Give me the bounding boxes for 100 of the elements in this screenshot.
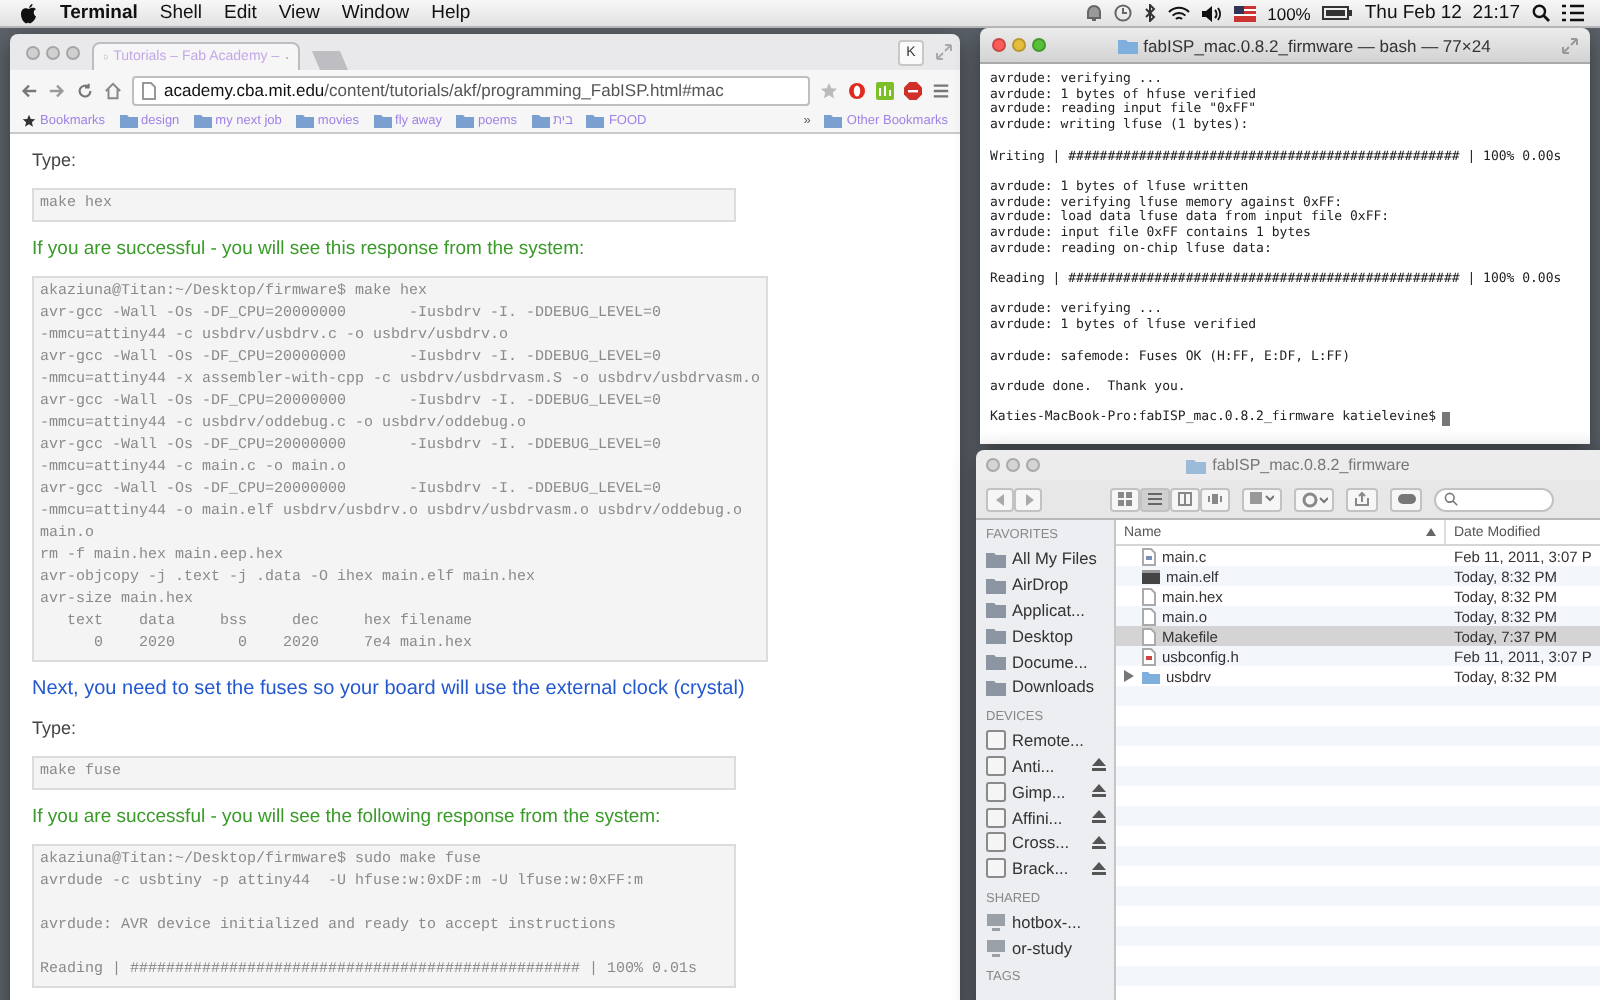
disclosure-triangle-icon[interactable] — [1124, 670, 1134, 682]
address-bar[interactable]: academy.cba.mit.edu/content/tutorials/akf/programming_FabISP.html#mac — [132, 75, 810, 105]
minimize-button[interactable] — [46, 45, 60, 59]
folder-icon — [373, 114, 392, 128]
fullscreen-icon[interactable] — [936, 44, 952, 60]
drive-icon — [986, 730, 1006, 751]
sidebar-item[interactable]: Docume... — [986, 648, 1114, 674]
folder-icon — [586, 114, 605, 128]
arrange-button[interactable] — [1242, 487, 1282, 511]
sidebar-item[interactable]: Desktop — [986, 622, 1114, 649]
sidebar-item[interactable]: Downloads — [986, 673, 1114, 700]
close-button[interactable] — [26, 45, 40, 59]
star-icon[interactable] — [820, 81, 838, 99]
sidebar-item[interactable]: Cross... — [986, 829, 1114, 856]
left-triangle-icon — [995, 493, 1005, 505]
sidebar-item[interactable]: AirDrop — [986, 571, 1114, 598]
bluetooth-icon[interactable] — [1143, 4, 1156, 22]
star-icon — [22, 114, 36, 128]
battery-icon[interactable] — [1322, 6, 1353, 20]
menu-clock[interactable]: Thu Feb 12 21:17 — [1364, 2, 1520, 24]
close-button[interactable] — [992, 38, 1006, 52]
list-icon[interactable] — [1562, 4, 1584, 22]
search-field[interactable] — [1434, 487, 1554, 511]
back-icon[interactable] — [20, 81, 38, 99]
ad-block-icon[interactable] — [904, 81, 922, 99]
bell-icon[interactable] — [1085, 4, 1102, 22]
menu-item[interactable]: Window — [341, 2, 410, 24]
search-icon — [1444, 492, 1458, 506]
folder-icon — [193, 114, 212, 128]
drive-icon — [986, 832, 1006, 853]
sidebar-item[interactable]: Remote... — [986, 727, 1114, 754]
drive-icon — [986, 755, 1006, 776]
sidebar-item[interactable]: Applicat... — [986, 597, 1114, 623]
window-title: fabISP_mac.0.8.2_firmware — [1212, 456, 1410, 474]
fullscreen-icon[interactable] — [1562, 37, 1578, 53]
cover-flow-button[interactable] — [1200, 487, 1230, 511]
forward-button[interactable] — [1014, 487, 1042, 511]
logo-icon[interactable] — [20, 3, 38, 23]
minimize-button[interactable] — [1012, 38, 1026, 52]
zoom-button[interactable] — [1026, 458, 1040, 472]
tag-button[interactable] — [1390, 487, 1422, 511]
sidebar-item[interactable]: hotbox-... — [986, 909, 1114, 935]
menu-item[interactable]: Shell — [159, 2, 203, 24]
reload-icon[interactable] — [76, 81, 94, 99]
back-button[interactable] — [986, 487, 1014, 511]
computer-icon — [986, 937, 1006, 958]
sidebar-item[interactable]: Affini... — [986, 804, 1114, 830]
arrange-icon — [1250, 492, 1274, 506]
computer-icon — [986, 911, 1006, 932]
sidebar-item[interactable]: Brack... — [986, 855, 1114, 882]
eject-icon[interactable] — [1092, 784, 1106, 799]
flag-icon[interactable] — [1233, 5, 1256, 21]
share-button[interactable] — [1346, 487, 1378, 511]
sidebar-item[interactable]: Gimp... — [986, 778, 1114, 805]
menu-item[interactable]: Edit — [224, 2, 257, 24]
success-text: If you are successful - you will see this response from the system: — [32, 236, 587, 262]
file-icon — [1142, 569, 1160, 583]
volume-icon[interactable] — [1201, 5, 1222, 21]
battery-percentage: 100% — [1267, 3, 1311, 23]
extension-icon[interactable] — [876, 81, 894, 99]
folder-icon — [456, 114, 474, 128]
eject-icon[interactable] — [1092, 810, 1106, 825]
folder-icon — [824, 114, 843, 128]
eject-icon[interactable] — [1092, 758, 1106, 773]
wifi-icon[interactable] — [1167, 5, 1190, 21]
gear-icon — [1301, 491, 1327, 507]
close-button[interactable] — [986, 458, 1000, 472]
list-view-button[interactable] — [1140, 487, 1170, 511]
menu-item[interactable]: Help — [431, 2, 471, 24]
sidebar-item[interactable]: Anti... — [986, 753, 1114, 779]
column-view-button[interactable] — [1170, 487, 1200, 511]
columns-icon — [1178, 492, 1192, 506]
drive-icon — [986, 807, 1006, 828]
minimize-button[interactable] — [1006, 458, 1020, 472]
folder-icon — [1117, 37, 1138, 53]
zoom-button[interactable] — [1032, 38, 1046, 52]
home-icon[interactable] — [104, 81, 122, 99]
eject-icon[interactable] — [1092, 835, 1106, 850]
sidebar-item[interactable]: All My Files — [986, 546, 1114, 572]
zoom-button[interactable] — [66, 45, 80, 59]
forward-icon[interactable] — [48, 81, 66, 99]
icon-view-button[interactable] — [1110, 487, 1140, 511]
url-text: academy.cba.mit.edu/content/tutorials/akf/programming_FabISP.html#mac — [164, 80, 724, 100]
menu-icon[interactable] — [932, 81, 950, 99]
eject-icon[interactable] — [1092, 861, 1106, 876]
action-button[interactable] — [1294, 487, 1334, 511]
extension-icon[interactable] — [848, 81, 866, 99]
sort-arrow-icon — [1426, 528, 1436, 536]
search-icon[interactable] — [1532, 4, 1550, 22]
grid-icon — [1118, 492, 1132, 506]
folder-icon — [119, 114, 138, 128]
list-icon — [1148, 492, 1162, 506]
tag-icon — [1397, 494, 1415, 504]
menu-item[interactable]: View — [278, 2, 320, 24]
folder-icon — [295, 114, 314, 128]
menu-app-name[interactable]: Terminal — [60, 2, 138, 24]
clock-icon[interactable] — [1113, 4, 1132, 22]
cover-flow-icon — [1208, 492, 1222, 506]
sidebar-item[interactable]: or-study — [986, 934, 1114, 961]
right-triangle-icon — [1023, 493, 1033, 505]
